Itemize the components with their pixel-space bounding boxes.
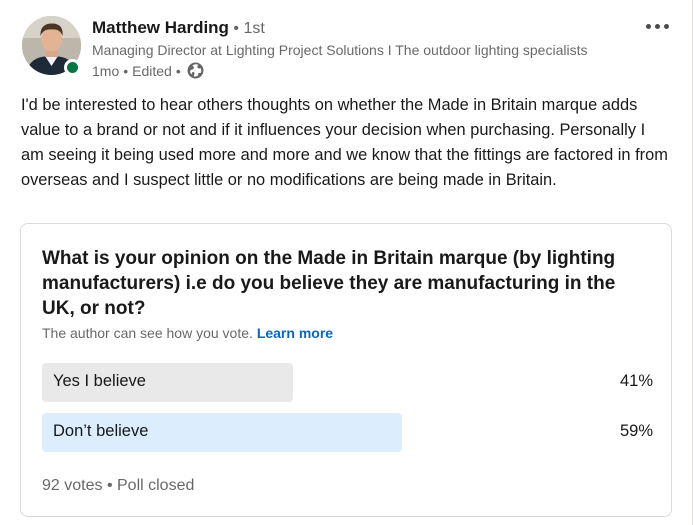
connection-degree: • 1st [228,20,265,37]
poll-option-percent: 41% [619,372,653,390]
author-line: Matthew Harding • 1st [92,18,265,38]
post-time: 1mo [92,62,120,79]
learn-more-link[interactable]: Learn more [257,325,333,341]
globe-icon [187,62,204,79]
poll-footer: 92 votes • Poll closed [42,477,194,495]
edited-label: Edited [132,62,172,79]
poll-footer-separator: • [106,477,113,494]
poll-privacy-note: The author can see how you vote. Learn m… [42,325,333,341]
poll-question: What is your opinion on the Made in Brit… [42,248,616,319]
poll-option-label: Yes I believe [53,372,146,390]
author-name[interactable]: Matthew Harding [92,18,229,37]
poll-option-percent: 59% [619,422,653,440]
poll-note-text: The author can see how you vote. [42,325,253,341]
post-meta: 1mo • Edited • [92,62,204,79]
poll-status: Poll closed [117,477,195,494]
poll-vote-count[interactable]: 92 votes [42,477,102,494]
post-body-text: I'd be interested to hear others thought… [21,96,668,189]
poll-option-no[interactable]: Don’t believe 59% [42,413,653,452]
poll-option-label: Don’t believe [53,422,149,440]
poll-card: What is your opinion on the Made in Brit… [20,223,672,517]
online-status-indicator [64,59,81,76]
meta-separator: • [123,62,129,79]
meta-separator: • [175,62,181,79]
more-options-icon[interactable] [640,14,674,38]
author-headline: Managing Director at Lighting Project So… [92,42,588,58]
feed-post: Matthew Harding • 1st Managing Director … [0,0,693,525]
poll-option-yes[interactable]: Yes I believe 41% [42,363,653,402]
